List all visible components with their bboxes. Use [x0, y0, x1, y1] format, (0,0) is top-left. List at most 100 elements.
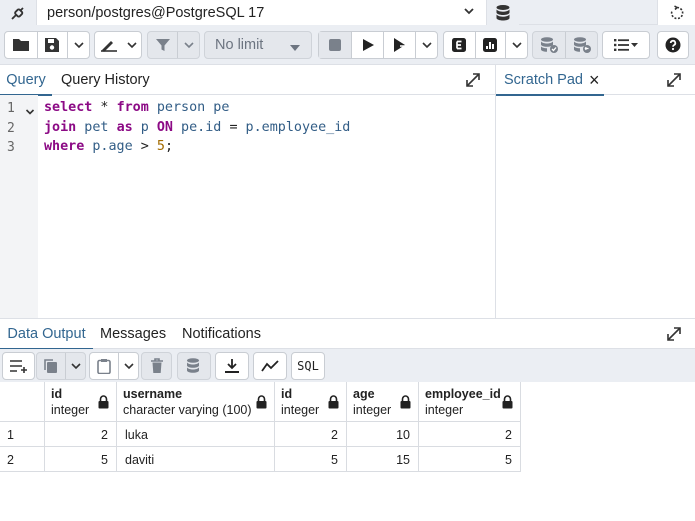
table-cell[interactable]: daviti [117, 447, 275, 472]
filter-icon[interactable] [148, 32, 177, 58]
graph-icon[interactable] [254, 353, 286, 379]
add-row-group [2, 352, 35, 380]
database-icon[interactable] [487, 0, 519, 25]
column-type: integer [425, 403, 464, 417]
table-cell[interactable]: 2 [275, 422, 347, 447]
tab-query-history[interactable]: Query History [61, 65, 150, 95]
download-group [215, 352, 249, 380]
close-icon[interactable]: × [589, 71, 600, 89]
column-header[interactable]: username character varying (100) [117, 382, 275, 422]
macros-icon[interactable] [603, 32, 649, 58]
save-icon[interactable] [36, 32, 68, 58]
scratch-pad-tabs: Scratch Pad × [496, 65, 695, 96]
fold-chevron-icon[interactable] [25, 104, 35, 122]
help-icon[interactable] [658, 32, 688, 58]
sql-button[interactable]: SQL [291, 352, 325, 380]
caret-down-icon [289, 40, 301, 58]
commit-icon[interactable] [533, 32, 565, 58]
table-cell[interactable]: 5 [45, 447, 117, 472]
table-cell[interactable]: 15 [347, 447, 419, 472]
edit-pen-icon[interactable] [95, 32, 122, 58]
save-data-icon[interactable] [178, 353, 210, 379]
output-tabs: Data Output Messages Notifications [0, 318, 695, 350]
table-cell[interactable]: 5 [275, 447, 347, 472]
execute-icon[interactable] [351, 32, 383, 58]
maximize-icon[interactable] [666, 72, 682, 93]
save-dropdown[interactable] [67, 32, 89, 58]
copy-dropdown[interactable] [65, 353, 85, 379]
row-number[interactable]: 1 [0, 422, 45, 447]
code-token: join [44, 120, 77, 135]
copy-group [36, 352, 86, 380]
explain-group [443, 31, 528, 59]
table-cell[interactable]: luka [117, 422, 275, 447]
code-line: where p.age > 5; [44, 139, 173, 154]
code-token: * [92, 100, 117, 115]
lock-icon [98, 395, 109, 412]
query-toolbar: No limit [0, 25, 695, 65]
tab-scratch-pad[interactable]: Scratch Pad × [496, 65, 604, 96]
column-header[interactable]: employee_id integer [419, 382, 521, 422]
column-name: username [123, 387, 183, 401]
edit-dropdown[interactable] [122, 32, 141, 58]
explain-dropdown[interactable] [505, 32, 527, 58]
code-token: pe.id [173, 120, 230, 135]
table-cell[interactable]: 2 [45, 422, 117, 447]
code-token: from [116, 100, 149, 115]
explain-icon[interactable] [444, 32, 475, 58]
tab-query[interactable]: Query [0, 65, 52, 96]
limit-label: No limit [215, 37, 264, 53]
output-toolbar: SQL [0, 349, 695, 382]
column-header[interactable]: id integer [275, 382, 347, 422]
explain-analyze-icon[interactable] [474, 32, 506, 58]
file-group [4, 31, 90, 59]
download-icon[interactable] [216, 353, 248, 379]
code-line: select * from person pe [44, 100, 229, 115]
transaction-group [532, 31, 598, 59]
code-token: select [44, 100, 93, 115]
lock-icon [256, 395, 267, 412]
table-cell[interactable]: 5 [419, 447, 521, 472]
maximize-icon[interactable] [465, 72, 481, 93]
select-all-cell[interactable] [0, 382, 45, 422]
edit-group [94, 31, 142, 59]
column-header[interactable]: age integer [347, 382, 419, 422]
plug-icon[interactable] [0, 0, 37, 25]
macros-group [602, 31, 650, 59]
table-cell[interactable]: 2 [419, 422, 521, 447]
code-token: ; [164, 139, 173, 154]
editor-tabs: Query Query History [0, 65, 495, 96]
chevron-down-icon [462, 4, 476, 22]
rollback-icon[interactable] [565, 32, 597, 58]
column-header[interactable]: id integer [45, 382, 117, 422]
connection-select[interactable]: person/postgres@PostgreSQL 17 [37, 0, 487, 25]
limit-select[interactable]: No limit [204, 31, 312, 59]
table-cell[interactable]: 10 [347, 422, 419, 447]
code-token: pet [76, 120, 117, 135]
execute-script-icon[interactable] [383, 32, 415, 58]
folder-icon[interactable] [5, 32, 37, 58]
maximize-icon[interactable] [666, 326, 682, 347]
paste-dropdown[interactable] [118, 353, 138, 379]
tab-notifications-label: Notifications [182, 326, 261, 342]
refresh-icon[interactable] [657, 0, 695, 25]
stop-icon[interactable] [319, 32, 351, 58]
panel-splitter[interactable] [495, 65, 496, 318]
execute-dropdown[interactable] [415, 32, 437, 58]
lock-icon [502, 395, 513, 412]
paste-icon[interactable] [90, 353, 118, 379]
tab-messages[interactable]: Messages [100, 319, 166, 349]
column-type: character varying (100) [123, 403, 252, 417]
tab-query-label: Query [6, 72, 46, 88]
add-row-icon[interactable] [3, 353, 34, 379]
copy-icon[interactable] [37, 353, 65, 379]
tab-notifications[interactable]: Notifications [182, 319, 261, 349]
sql-editor[interactable]: select * from person pe join pet as p ON … [38, 95, 495, 318]
tab-data-output-label: Data Output [7, 326, 86, 342]
column-type: integer [281, 403, 320, 417]
row-number[interactable]: 2 [0, 447, 45, 472]
filter-dropdown[interactable] [177, 32, 199, 58]
tab-data-output[interactable]: Data Output [0, 319, 93, 350]
delete-icon[interactable] [142, 353, 171, 379]
column-name: age [353, 387, 375, 401]
